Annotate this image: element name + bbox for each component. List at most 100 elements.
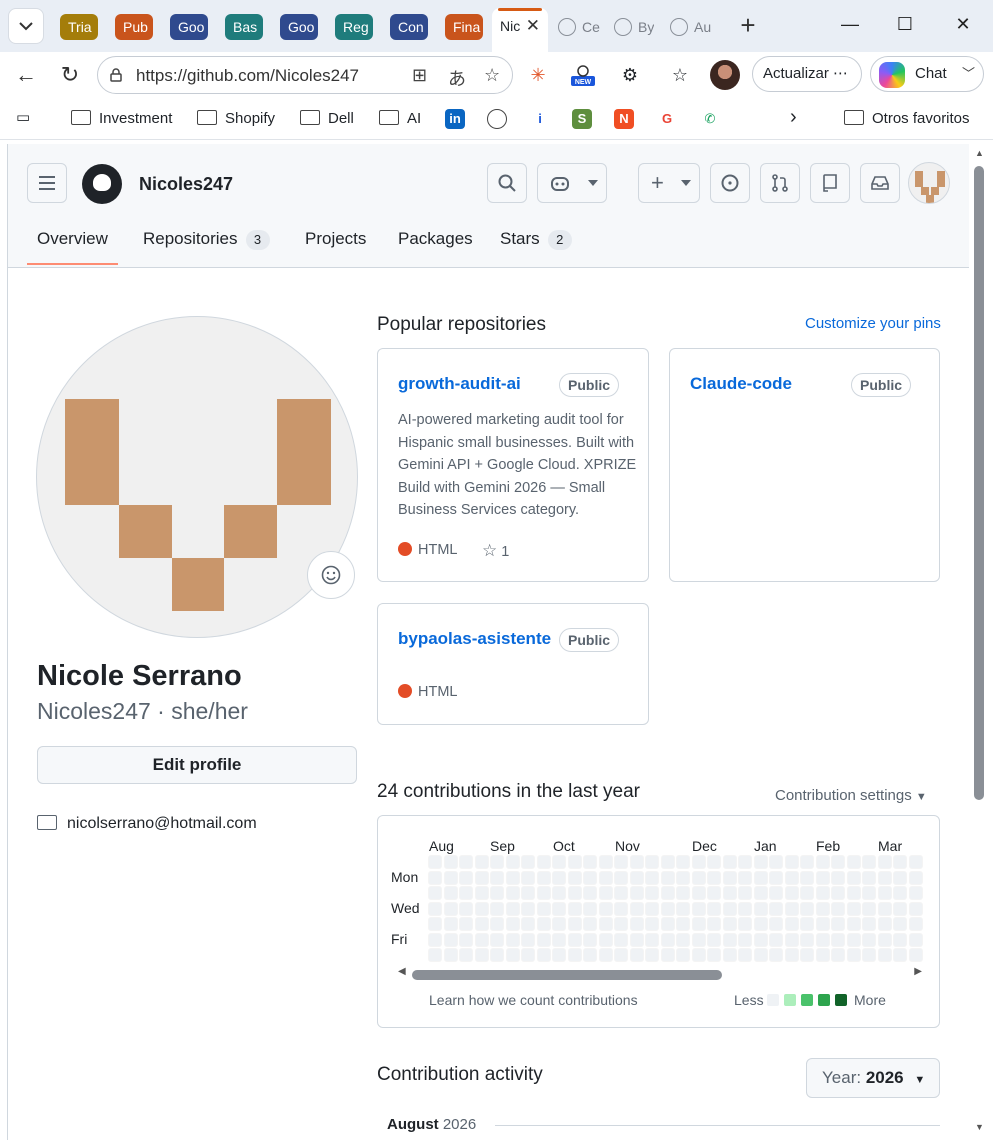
contribution-day-cell[interactable] — [800, 855, 814, 869]
contribution-day-cell[interactable] — [505, 901, 520, 916]
contribution-day-cell[interactable] — [443, 870, 458, 885]
contribution-day-cell[interactable] — [846, 870, 861, 885]
contribution-day-cell[interactable] — [707, 870, 721, 885]
contribution-day-cell[interactable] — [908, 855, 923, 869]
contribution-day-cell[interactable] — [505, 932, 520, 947]
contribution-day-cell[interactable] — [722, 855, 737, 869]
contribution-day-cell[interactable] — [784, 870, 799, 885]
contribution-day-cell[interactable] — [831, 886, 845, 900]
new-tab-icon[interactable]: + — [734, 12, 762, 40]
contribution-day-cell[interactable] — [831, 932, 845, 947]
contribution-day-cell[interactable] — [846, 917, 861, 931]
browser-tab[interactable]: Fina — [445, 14, 483, 40]
bookmark-other-favorites[interactable]: Otros favoritos — [844, 110, 970, 127]
refresh-icon[interactable]: ↻ — [56, 62, 84, 90]
contribution-day-cell[interactable] — [521, 901, 535, 916]
contribution-day-cell[interactable] — [707, 855, 721, 869]
contribution-day-cell[interactable] — [536, 855, 551, 869]
bookmark-ai[interactable]: AI — [379, 110, 421, 127]
edit-profile-button[interactable]: Edit profile — [37, 746, 357, 784]
contribution-day-cell[interactable] — [877, 855, 892, 869]
contribution-day-cell[interactable] — [862, 855, 876, 869]
contribution-day-cell[interactable] — [474, 901, 489, 916]
contribution-day-cell[interactable] — [877, 886, 892, 900]
analytics-icon[interactable]: N — [614, 109, 634, 129]
contribution-day-cell[interactable] — [459, 948, 473, 962]
contribution-day-cell[interactable] — [877, 948, 892, 962]
translate-icon[interactable]: あ — [448, 65, 466, 91]
tab-stars[interactable]: Stars 2 — [500, 229, 572, 250]
contribution-day-cell[interactable] — [490, 948, 504, 962]
inbox-button[interactable] — [860, 163, 900, 203]
contribution-day-cell[interactable] — [676, 870, 690, 885]
chevron-right-icon[interactable]: › — [790, 106, 797, 129]
github-logo-icon[interactable] — [82, 164, 122, 204]
shopify-icon[interactable]: S — [572, 109, 592, 129]
contribution-day-cell[interactable] — [769, 932, 783, 947]
contribution-day-cell[interactable] — [521, 870, 535, 885]
contribution-day-cell[interactable] — [676, 901, 690, 916]
contribution-day-cell[interactable] — [676, 932, 690, 947]
contribution-day-cell[interactable] — [536, 870, 551, 885]
contribution-day-cell[interactable] — [629, 948, 644, 962]
contribution-day-cell[interactable] — [877, 932, 892, 947]
contribution-day-cell[interactable] — [707, 932, 721, 947]
contribution-day-cell[interactable] — [552, 870, 566, 885]
contribution-day-cell[interactable] — [815, 870, 830, 885]
contribution-day-cell[interactable] — [753, 855, 768, 869]
maximize-icon[interactable]: ☐ — [895, 14, 915, 35]
contribution-day-cell[interactable] — [722, 932, 737, 947]
contribution-day-cell[interactable] — [893, 855, 907, 869]
contribution-day-cell[interactable] — [645, 917, 659, 931]
contribution-day-cell[interactable] — [490, 917, 504, 931]
contribution-day-cell[interactable] — [753, 917, 768, 931]
contribution-day-cell[interactable] — [536, 901, 551, 916]
contribution-day-cell[interactable] — [474, 886, 489, 900]
contribution-day-cell[interactable] — [428, 932, 442, 947]
contribution-day-cell[interactable] — [784, 932, 799, 947]
bookmark-dell[interactable]: Dell — [300, 110, 354, 127]
browser-tab[interactable]: Pub — [115, 14, 153, 40]
contribution-day-cell[interactable] — [552, 901, 566, 916]
contribution-day-cell[interactable] — [567, 948, 582, 962]
google-icon[interactable]: G — [657, 109, 677, 129]
contribution-day-cell[interactable] — [645, 855, 659, 869]
contribution-day-cell[interactable] — [660, 917, 675, 931]
contribution-day-cell[interactable] — [660, 948, 675, 962]
copilot-chat-button[interactable]: Chat ﹀ — [870, 56, 984, 92]
contribution-day-cell[interactable] — [846, 932, 861, 947]
contribution-day-cell[interactable] — [428, 917, 442, 931]
contribution-day-cell[interactable] — [862, 917, 876, 931]
browser-tab[interactable]: Reg — [335, 14, 373, 40]
set-status-button[interactable] — [307, 551, 355, 599]
browser-tab[interactable]: Goo — [170, 14, 208, 40]
contribution-day-cell[interactable] — [769, 901, 783, 916]
contribution-day-cell[interactable] — [691, 948, 706, 962]
contribution-day-cell[interactable] — [831, 870, 845, 885]
contribution-settings-dropdown[interactable]: Contribution settings ▼ — [775, 787, 927, 804]
contribution-day-cell[interactable] — [567, 870, 582, 885]
contribution-day-cell[interactable] — [893, 901, 907, 916]
contribution-day-cell[interactable] — [629, 917, 644, 931]
contribution-day-cell[interactable] — [722, 870, 737, 885]
contribution-day-cell[interactable] — [784, 855, 799, 869]
contribution-day-cell[interactable] — [691, 932, 706, 947]
contribution-day-cell[interactable] — [831, 948, 845, 962]
contribution-day-cell[interactable] — [428, 948, 442, 962]
contribution-day-cell[interactable] — [893, 886, 907, 900]
reading-list-icon[interactable]: ▭ — [16, 108, 30, 126]
close-window-icon[interactable]: ✕ — [953, 14, 973, 35]
contribution-day-cell[interactable] — [474, 948, 489, 962]
contribution-day-cell[interactable] — [753, 886, 768, 900]
contribution-day-cell[interactable] — [908, 901, 923, 916]
contribution-day-cell[interactable] — [645, 901, 659, 916]
contribution-day-cell[interactable] — [629, 932, 644, 947]
contribution-day-cell[interactable] — [614, 870, 628, 885]
contribution-day-cell[interactable] — [629, 855, 644, 869]
contribution-day-cell[interactable] — [428, 855, 442, 869]
bookmark-investment[interactable]: Investment — [71, 110, 172, 127]
info-site-icon[interactable]: i — [530, 109, 550, 129]
contribution-day-cell[interactable] — [800, 886, 814, 900]
contribution-day-cell[interactable] — [722, 901, 737, 916]
contribution-day-cell[interactable] — [691, 886, 706, 900]
